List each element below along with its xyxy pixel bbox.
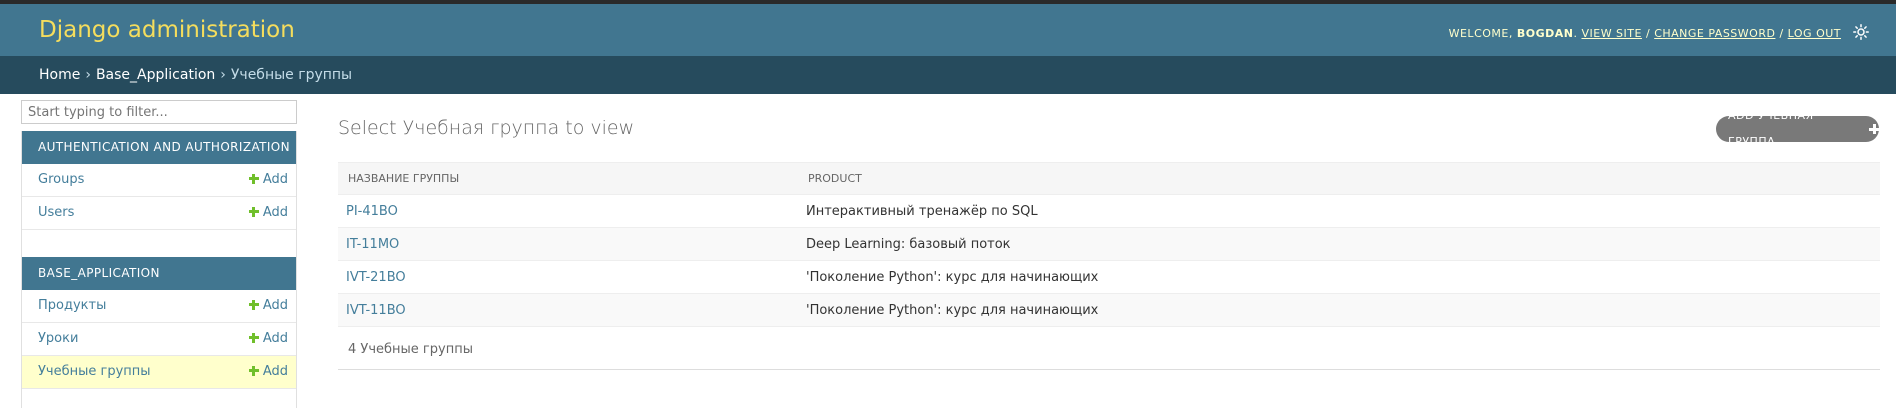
log-out-link[interactable]: Log out bbox=[1788, 27, 1841, 40]
nav-sidebar: Authentication and Authorization Groups … bbox=[21, 100, 297, 408]
sun-icon[interactable] bbox=[1853, 24, 1869, 40]
plus-icon bbox=[248, 206, 259, 217]
group-name-link[interactable]: IVT-21BO bbox=[346, 270, 406, 285]
result-list-table: Название группы Product PI-41BO Интеракт… bbox=[338, 162, 1880, 327]
group-name-link[interactable]: IT-11MO bbox=[346, 237, 399, 252]
column-header-product[interactable]: Product bbox=[798, 162, 1880, 195]
plus-icon bbox=[1869, 124, 1879, 134]
add-groups-link[interactable]: Add bbox=[248, 172, 288, 187]
table-row: PI-41BO Интерактивный тренажёр по SQL bbox=[338, 194, 1880, 228]
add-label: Add bbox=[262, 172, 288, 187]
page-title: Select Учебная группа to view bbox=[338, 117, 635, 139]
add-label: Add bbox=[262, 205, 288, 220]
product-cell: Интерактивный тренажёр по SQL bbox=[798, 194, 1880, 228]
username: bogdan bbox=[1516, 26, 1574, 40]
group-name-link[interactable]: IVT-11BO bbox=[346, 303, 406, 318]
nav-filter-input[interactable] bbox=[21, 100, 297, 124]
add-lessons-link[interactable]: Add bbox=[248, 331, 288, 346]
result-count: 4 Учебные группы bbox=[348, 342, 473, 357]
add-study-groups-link[interactable]: Add bbox=[248, 364, 288, 379]
product-cell: Deep Learning: базовый поток bbox=[798, 227, 1880, 261]
product-cell: 'Поколение Python': курс для начинающих bbox=[798, 293, 1880, 327]
sidebar-right-border bbox=[296, 131, 297, 408]
app-caption-auth[interactable]: Authentication and Authorization bbox=[21, 131, 297, 164]
sidebar-link-users[interactable]: Users bbox=[38, 205, 74, 220]
sidebar-item-products: Продукты Add bbox=[21, 290, 297, 323]
sidebar-item-lessons: Уроки Add bbox=[21, 323, 297, 356]
separator: / bbox=[1779, 26, 1784, 40]
plus-icon bbox=[248, 299, 259, 310]
plus-icon bbox=[248, 332, 259, 343]
breadcrumb: Home › Base_Application › Учебные группы bbox=[0, 56, 1896, 94]
app-module-auth: Authentication and Authorization Groups … bbox=[21, 131, 297, 262]
sidebar-link-study-groups[interactable]: Учебные группы bbox=[38, 364, 151, 379]
add-label: Add bbox=[262, 364, 288, 379]
user-tools: Welcome, bogdan. View site / Change pass… bbox=[1448, 24, 1869, 41]
admin-header: Django administration Welcome, bogdan. V… bbox=[0, 4, 1896, 56]
view-site-link[interactable]: View site bbox=[1581, 27, 1642, 40]
table-row: IT-11MO Deep Learning: базовый поток bbox=[338, 227, 1880, 261]
table-row: IVT-11BO 'Поколение Python': курс для на… bbox=[338, 293, 1880, 327]
breadcrumb-home[interactable]: Home bbox=[39, 67, 80, 83]
sidebar-link-lessons[interactable]: Уроки bbox=[38, 331, 78, 346]
sidebar-item-study-groups: Учебные группы Add bbox=[21, 356, 297, 389]
add-study-group-button[interactable]: Add Учебная группа bbox=[1716, 109, 1879, 148]
column-header-group-name[interactable]: Название группы bbox=[338, 162, 798, 195]
sidebar-item-users: Users Add bbox=[21, 197, 297, 230]
separator: / bbox=[1645, 26, 1651, 40]
welcome-text: Welcome, bbox=[1448, 26, 1513, 40]
add-label: Add bbox=[262, 331, 288, 346]
plus-icon bbox=[248, 173, 259, 184]
breadcrumb-separator: › bbox=[85, 67, 91, 83]
add-products-link[interactable]: Add bbox=[248, 298, 288, 313]
app-caption-base-application[interactable]: Base_Application bbox=[21, 257, 297, 290]
breadcrumb-app[interactable]: Base_Application bbox=[96, 67, 215, 83]
add-users-link[interactable]: Add bbox=[248, 205, 288, 220]
add-button-label: Add Учебная группа bbox=[1728, 109, 1814, 148]
change-password-link[interactable]: Change password bbox=[1654, 27, 1775, 40]
breadcrumb-separator: › bbox=[220, 67, 226, 83]
group-name-link[interactable]: PI-41BO bbox=[346, 204, 398, 219]
sidebar-link-products[interactable]: Продукты bbox=[38, 298, 106, 313]
app-module-base-application: Base_Application Продукты Add Уроки Add … bbox=[21, 257, 297, 389]
sidebar-left-border bbox=[21, 131, 22, 408]
product-cell: 'Поколение Python': курс для начинающих bbox=[798, 260, 1880, 294]
sidebar-item-groups: Groups Add bbox=[21, 164, 297, 197]
paginator: 4 Учебные группы bbox=[338, 334, 1880, 370]
table-header-row: Название группы Product bbox=[338, 162, 1880, 195]
table-row: IVT-21BO 'Поколение Python': курс для на… bbox=[338, 260, 1880, 294]
add-label: Add bbox=[262, 298, 288, 313]
sidebar-link-groups[interactable]: Groups bbox=[38, 172, 84, 187]
breadcrumb-current: Учебные группы bbox=[230, 67, 353, 83]
site-name[interactable]: Django administration bbox=[39, 17, 295, 43]
plus-icon bbox=[248, 365, 259, 376]
